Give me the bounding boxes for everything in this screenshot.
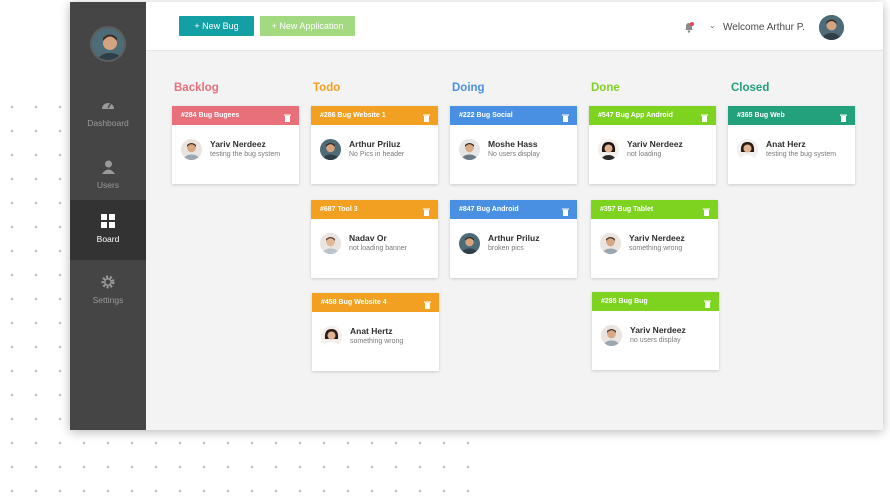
sidebar-avatar[interactable] [90,26,126,62]
card-title: #357 Bug Tablet [600,206,654,213]
bug-description: no users display [630,337,681,344]
sidebar: Dashboard Users Board Settings [70,2,146,430]
bug-card[interactable]: #286 Bug Website 1 Arthur Priluz No Pics… [311,106,438,184]
card-header: #285 Bug Bug [592,292,719,311]
assignee-name: Moshe Hass [488,139,538,149]
app-window: Dashboard Users Board Settings + New Bug… [70,2,883,430]
bug-description: broken pics [488,245,524,252]
avatar [459,139,480,160]
assignee-name: Nadav Or [349,233,387,243]
avatar [321,326,342,347]
column-title-backlog: Backlog [174,82,219,94]
card-title: #458 Bug Website 4 [321,299,387,306]
bug-card[interactable]: #458 Bug Website 4 Anat Hertz something … [312,293,439,371]
card-title: #286 Bug Website 1 [320,112,386,119]
avatar [598,139,619,160]
column-title-doing: Doing [452,82,485,94]
card-title: #284 Bug Bugees [181,112,240,119]
card-header: #222 Bug Social [450,106,577,125]
gear-icon [70,275,146,295]
column-title-done: Done [591,82,620,94]
bug-description: No Pics in header [349,151,405,158]
card-header: #357 Bug Tablet [591,200,718,219]
sidebar-item-board[interactable]: Board [70,200,146,260]
card-header: #687 Tool 3 [311,200,438,219]
bug-card[interactable]: #285 Bug Bug Yariv Nerdeez no users disp… [592,292,719,370]
avatar [320,139,341,160]
sidebar-item-label: Dashboard [87,118,129,128]
avatar [601,325,622,346]
bug-description: something wrong [350,338,404,345]
column-title-closed: Closed [731,82,770,94]
sidebar-item-label: Settings [92,295,124,305]
bug-card[interactable]: #687 Tool 3 Nadav Or not loading banner [311,200,438,278]
bug-card[interactable]: #547 Bug App Android Yariv Nerdeez not l… [589,106,716,184]
avatar [600,233,621,254]
welcome-text: Welcome Arthur P. [723,22,805,33]
bug-card[interactable]: #357 Bug Tablet Yariv Nerdeez something … [591,200,718,278]
card-header: #458 Bug Website 4 [312,293,439,312]
card-title: #365 Bug Web [737,112,785,119]
bug-card[interactable]: #365 Bug Web Anat Herz testing the bug s… [728,106,855,184]
sidebar-item-label: Board [96,234,120,244]
card-header: #286 Bug Website 1 [311,106,438,125]
bug-description: not loading [627,151,662,158]
user-icon [70,160,146,180]
card-title: #547 Bug App Android [598,112,673,119]
assignee-name: Yariv Nerdeez [210,139,266,149]
avatar [320,233,341,254]
assignee-name: Anat Hertz [350,326,393,336]
card-header: #284 Bug Bugees [172,106,299,125]
bug-description: testing the bug system [766,151,837,158]
card-header: #365 Bug Web [728,106,855,125]
bug-card[interactable]: #222 Bug Social Moshe Hass No users disp… [450,106,577,184]
top-bar: + New Bug + New Application ⌄ Welcome Ar… [146,2,883,51]
bug-card[interactable]: #284 Bug Bugees Yariv Nerdeez testing th… [172,106,299,184]
avatar [181,139,202,160]
card-title: #285 Bug Bug [601,298,648,305]
assignee-name: Arthur Priluz [349,139,401,149]
assignee-name: Arthur Priluz [488,233,540,243]
avatar [459,233,480,254]
card-title: #847 Bug Android [459,206,519,213]
assignee-name: Anat Herz [766,139,806,149]
bug-description: something wrong [629,245,683,252]
sidebar-item-dashboard[interactable]: Dashboard [70,88,146,148]
assignee-name: Yariv Nerdeez [627,139,683,149]
assignee-name: Yariv Nerdeez [629,233,685,243]
avatar [737,139,758,160]
bug-description: not loading banner [349,245,407,252]
new-bug-button[interactable]: + New Bug [179,16,254,36]
bug-description: testing the bug system [210,151,281,158]
new-application-button[interactable]: + New Application [260,16,355,36]
user-avatar[interactable] [819,15,844,40]
column-title-todo: Todo [313,82,341,94]
chevron-down-icon[interactable]: ⌄ [709,21,716,30]
card-header: #847 Bug Android [450,200,577,219]
bug-card[interactable]: #847 Bug Android Arthur Priluz broken pi… [450,200,577,278]
card-header: #547 Bug App Android [589,106,716,125]
sidebar-item-label: Users [96,180,120,190]
notification-bell-icon[interactable] [684,20,694,38]
assignee-name: Yariv Nerdeez [630,325,686,335]
card-title: #687 Tool 3 [320,206,358,213]
card-title: #222 Bug Social [459,112,513,119]
sidebar-item-settings[interactable]: Settings [70,265,146,325]
gauge-icon [70,98,146,118]
grid-icon [70,214,146,234]
bug-description: No users display [488,151,540,158]
